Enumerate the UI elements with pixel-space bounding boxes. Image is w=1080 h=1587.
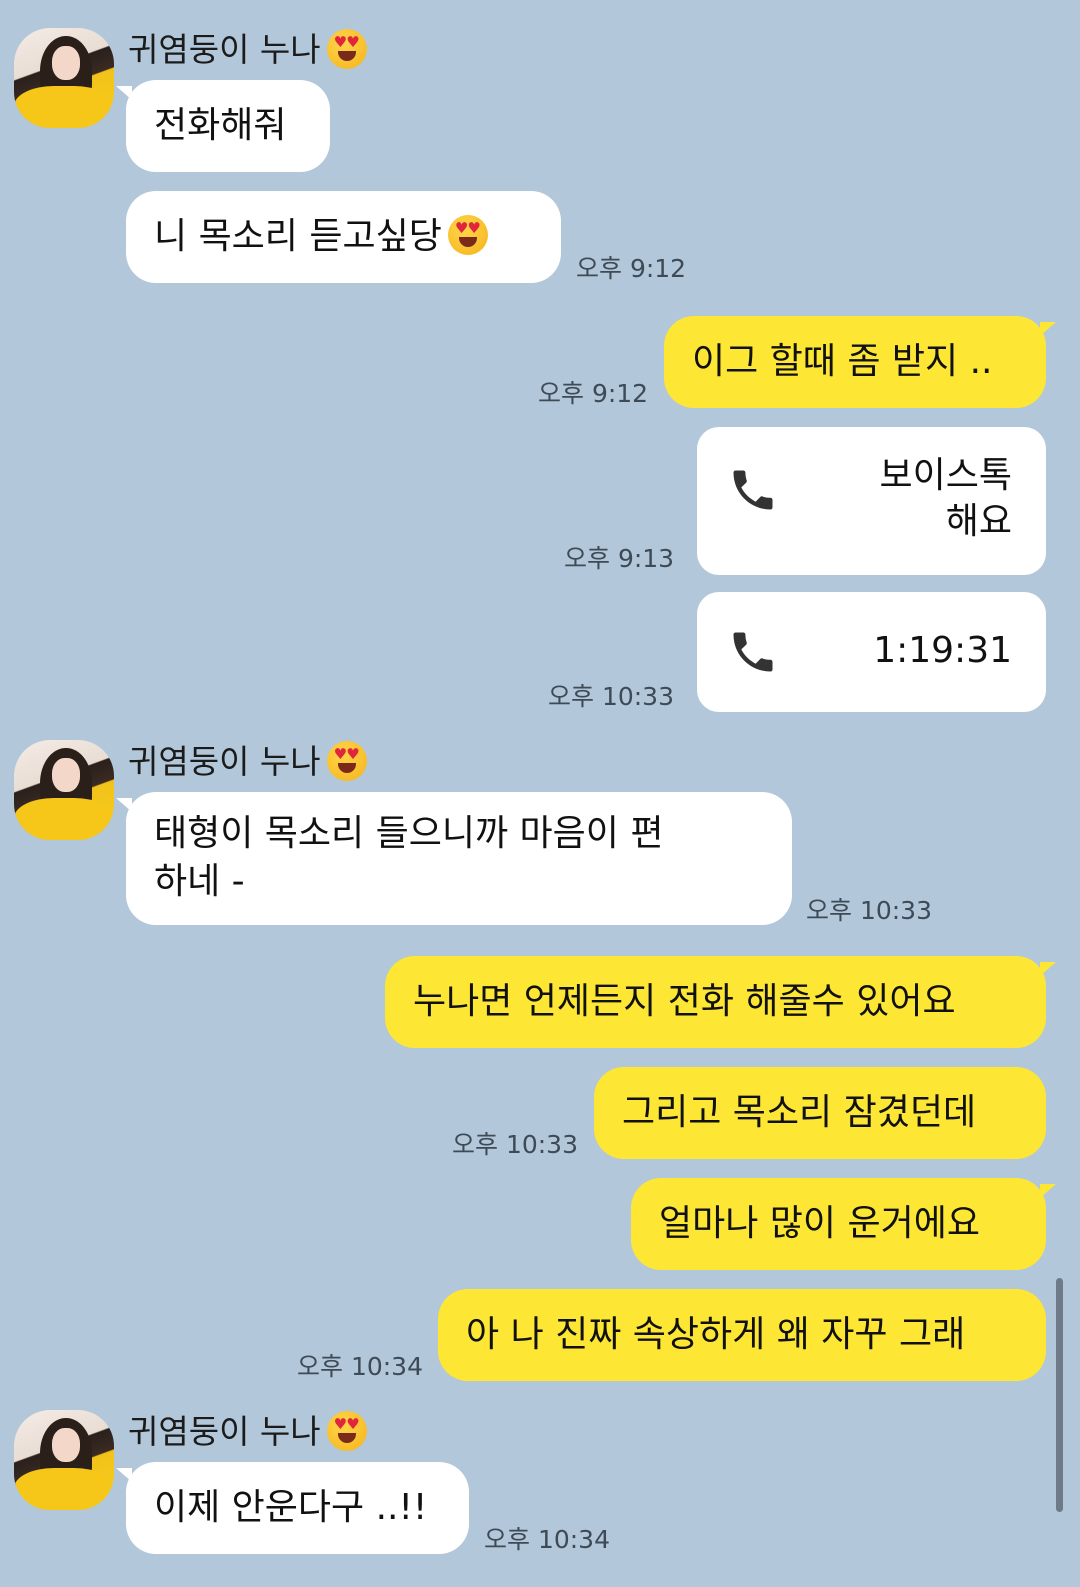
message-bubble[interactable]: 얼마나 많이 운거에요 <box>631 1178 1056 1270</box>
sender-avatar[interactable] <box>14 28 114 128</box>
message-timestamp: 오후 9:13 <box>564 544 675 573</box>
message-timestamp: 오후 10:33 <box>806 896 932 925</box>
message-timestamp: 오후 9:12 <box>576 254 687 283</box>
heart-eyes-emoji-icon <box>447 215 488 255</box>
scrollbar[interactable] <box>1056 1278 1063 1512</box>
message-bubble[interactable]: 태형이 목소리 들으니까 마음이 편하네 - <box>116 792 792 925</box>
sender-avatar[interactable] <box>14 740 114 840</box>
message-bubble[interactable]: 누나면 언제든지 전화 해줄수 있어요 <box>385 956 1056 1048</box>
sender-avatar[interactable] <box>14 1410 114 1510</box>
sender-name: 귀염둥이 누나 <box>128 1410 367 1454</box>
message-bubble[interactable]: 이그 할때 좀 받지 .. <box>664 316 1056 408</box>
message-bubble[interactable]: 그리고 목소리 잠겼던데 <box>594 1067 1046 1159</box>
message-bubble[interactable]: 니 목소리 듣고싶당 <box>126 191 561 283</box>
phone-icon <box>733 470 773 510</box>
phone-icon <box>733 632 773 672</box>
message-timestamp: 오후 10:33 <box>548 682 674 711</box>
message-timestamp: 오후 10:34 <box>484 1525 610 1554</box>
voice-call-card[interactable]: 1:19:31 <box>697 592 1046 712</box>
sender-name: 귀염둥이 누나 <box>128 28 367 72</box>
message-timestamp: 오후 10:34 <box>297 1352 423 1381</box>
heart-eyes-emoji-icon <box>326 740 367 781</box>
call-duration: 1:19:31 <box>873 630 1012 671</box>
call-label: 보이스톡 해요 <box>879 455 1012 542</box>
heart-eyes-emoji-icon <box>326 1410 367 1451</box>
sender-name: 귀염둥이 누나 <box>128 740 367 784</box>
message-timestamp: 오후 10:33 <box>452 1130 578 1159</box>
message-bubble[interactable]: 전화해줘 <box>116 80 330 172</box>
message-bubble[interactable]: 아 나 진짜 속상하게 왜 자꾸 그래 <box>438 1289 1046 1381</box>
voice-call-card[interactable]: 보이스톡 해요 <box>697 427 1046 575</box>
heart-eyes-emoji-icon <box>326 28 367 69</box>
message-bubble[interactable]: 이제 안운다구 ..!! <box>116 1462 469 1554</box>
message-timestamp: 오후 9:12 <box>538 379 649 408</box>
